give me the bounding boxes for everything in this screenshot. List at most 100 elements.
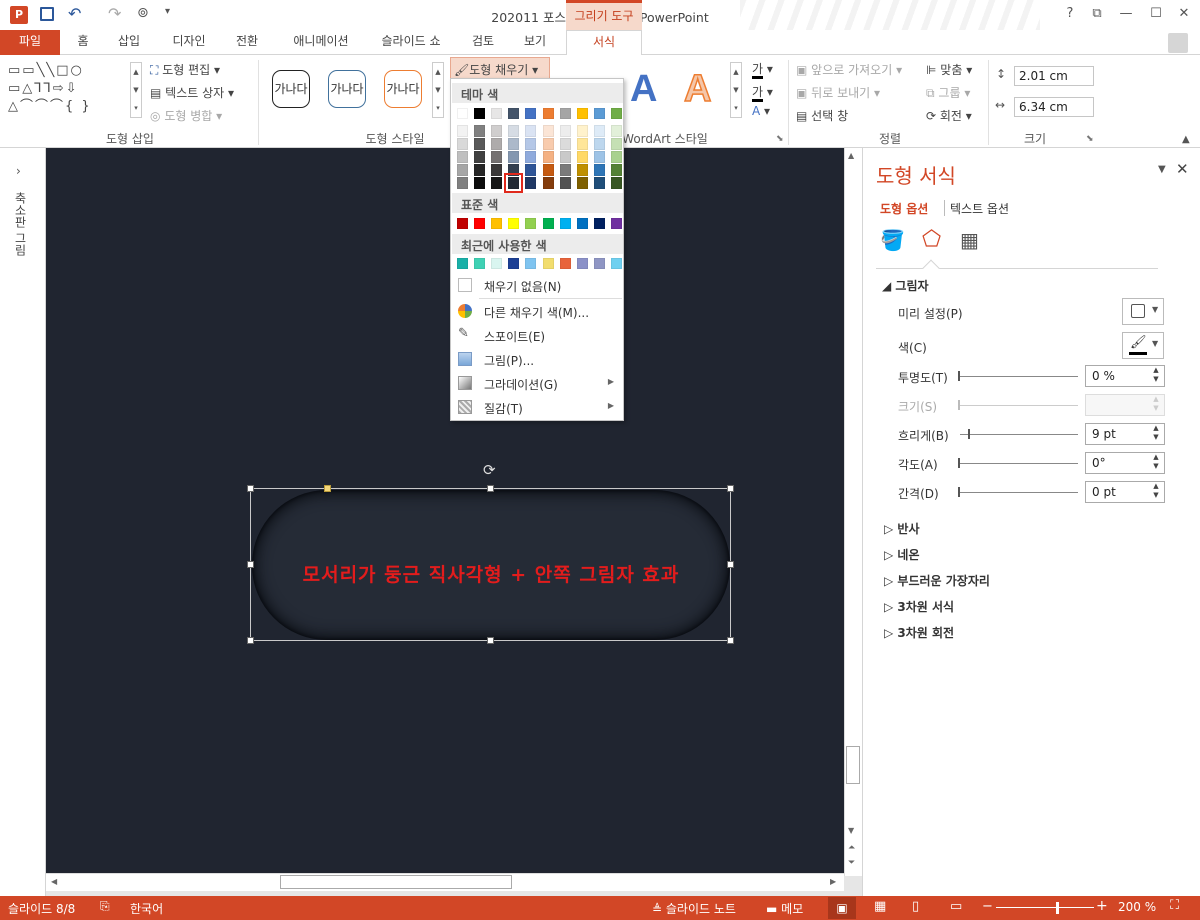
shape-width-input[interactable]: 6.34 cm [1014, 97, 1094, 117]
theme-shade-swatch[interactable] [491, 177, 503, 189]
transparency-slider-thumb[interactable] [958, 371, 960, 381]
theme-shade-swatch[interactable] [593, 164, 605, 176]
theme-color-swatch[interactable] [508, 108, 520, 119]
shape-fill-button[interactable]: 🖌도형 채우기 ▾ [450, 57, 550, 79]
scroll-down-icon[interactable]: ▼ [848, 826, 854, 835]
normal-view-icon[interactable]: ▣ [828, 897, 856, 919]
theme-shade-swatch[interactable] [457, 151, 468, 163]
recent-color-swatch[interactable] [559, 258, 571, 269]
resize-handle[interactable] [247, 637, 254, 644]
rotation-handle-icon[interactable]: ⟳ [483, 461, 496, 479]
recent-color-swatch[interactable] [474, 258, 486, 269]
zoom-slider-thumb[interactable] [1056, 902, 1059, 914]
more-fill-colors-item[interactable]: 다른 채우기 색(M)... [452, 300, 623, 323]
texture-fill-item[interactable]: 질감(T) ▶ [452, 396, 623, 419]
recent-color-swatch[interactable] [610, 258, 622, 269]
tab-text-options[interactable]: 텍스트 옵션 [950, 200, 1009, 217]
wordart-sample-blue[interactable]: A [630, 68, 657, 111]
blur-slider-thumb[interactable] [968, 429, 970, 439]
theme-shade-swatch[interactable] [610, 125, 622, 137]
dialog-launcher-icon[interactable]: ⬊ [776, 134, 784, 144]
theme-shade-swatch[interactable] [491, 151, 503, 163]
blur-slider[interactable] [960, 434, 1078, 435]
edit-shape-button[interactable]: ⛶ 도형 편집 ▾ [150, 61, 220, 78]
tab-review[interactable]: 검토 [468, 30, 498, 55]
tab-transitions[interactable]: 전환 [232, 30, 262, 55]
scroll-thumb[interactable] [846, 746, 860, 784]
scroll-right-icon[interactable]: ▶ [830, 877, 836, 886]
tab-animations[interactable]: 애니메이션 [286, 30, 356, 55]
theme-shade-swatch[interactable] [559, 151, 571, 163]
section-reflection[interactable]: ▷ 반사 [884, 520, 920, 537]
no-fill-item[interactable]: 채우기 없음(N) [452, 274, 623, 297]
next-slide-icon[interactable]: ⏷ [848, 858, 855, 868]
hscroll-thumb[interactable] [280, 875, 512, 889]
transparency-slider[interactable] [960, 376, 1078, 377]
theme-shade-swatch[interactable] [593, 151, 605, 163]
standard-color-swatch[interactable] [559, 218, 571, 229]
shape-style-1[interactable]: 가나다 [272, 70, 310, 108]
tab-format[interactable]: 서식 [566, 30, 642, 56]
resize-handle[interactable] [247, 485, 254, 492]
blur-spinner[interactable]: ▲ ▼ [1150, 424, 1162, 444]
comments-button[interactable]: ▬ 메모 [766, 900, 803, 917]
previous-slide-icon[interactable]: ⏶ [848, 843, 855, 853]
send-backward-button[interactable]: ▣ 뒤로 보내기 ▾ [796, 84, 880, 101]
theme-color-swatch[interactable] [559, 108, 571, 119]
theme-shade-swatch[interactable] [593, 125, 605, 137]
zoom-slider[interactable] [996, 907, 1094, 908]
shapes-gallery[interactable]: ▭▭╲╲□○ ▭△⅂⅂⇨⇩ △⌒⌒⌒{ } [8, 62, 128, 118]
theme-shade-swatch[interactable] [525, 138, 537, 150]
theme-shade-swatch[interactable] [610, 177, 622, 189]
theme-color-swatch[interactable] [542, 108, 554, 119]
theme-shade-swatch[interactable] [508, 151, 520, 163]
standard-color-swatch[interactable] [593, 218, 605, 229]
slide-sorter-icon[interactable]: ▦ [874, 899, 886, 914]
theme-color-swatch[interactable] [491, 108, 503, 119]
tab-home[interactable]: 홈 [70, 30, 96, 55]
slideshow-view-icon[interactable]: ▭ [950, 899, 962, 914]
theme-shade-swatch[interactable] [525, 151, 537, 163]
resize-handle[interactable] [727, 637, 734, 644]
theme-shade-swatch[interactable] [474, 151, 486, 163]
spellcheck-icon[interactable]: ⎘ [100, 899, 110, 914]
theme-shade-swatch[interactable] [525, 177, 537, 189]
resize-handle[interactable] [727, 561, 734, 568]
resize-handle[interactable] [487, 637, 494, 644]
text-box-button[interactable]: ▤ 텍스트 상자 ▾ [150, 84, 234, 101]
avatar[interactable] [1168, 33, 1188, 53]
distance-slider[interactable] [960, 492, 1078, 493]
tab-file[interactable]: 파일 [0, 30, 60, 55]
scroll-left-icon[interactable]: ◀ [51, 877, 57, 886]
theme-shade-swatch[interactable] [542, 177, 554, 189]
theme-shade-swatch[interactable] [508, 138, 520, 150]
theme-shade-swatch[interactable] [559, 138, 571, 150]
theme-shade-swatch[interactable] [610, 151, 622, 163]
theme-color-swatch[interactable] [593, 108, 605, 119]
selected-theme-shade-swatch[interactable] [504, 173, 524, 193]
resize-handle[interactable] [727, 485, 734, 492]
standard-color-swatch[interactable] [491, 218, 503, 229]
angle-slider[interactable] [960, 463, 1078, 464]
theme-shade-swatch[interactable] [576, 164, 588, 176]
tab-design[interactable]: 디자인 [166, 30, 212, 55]
theme-shade-swatch[interactable] [525, 125, 537, 137]
resize-handle[interactable] [487, 485, 494, 492]
effects-icon[interactable]: ⬠ [922, 227, 941, 252]
distance-slider-thumb[interactable] [958, 487, 960, 497]
pane-close-icon[interactable]: ✕ [1176, 160, 1189, 178]
fill-line-icon[interactable]: 🪣 [880, 228, 905, 252]
preset-dropdown[interactable]: ▼ [1122, 298, 1164, 325]
standard-color-swatch[interactable] [542, 218, 554, 229]
adjustment-handle[interactable] [324, 485, 331, 492]
thumbnail-pane[interactable] [0, 148, 46, 896]
theme-shade-swatch[interactable] [593, 177, 605, 189]
zoom-level[interactable]: 200 % [1118, 900, 1156, 914]
theme-color-swatch[interactable] [525, 108, 537, 119]
theme-shade-swatch[interactable] [559, 125, 571, 137]
bring-forward-button[interactable]: ▣ 앞으로 가져오기 ▾ [796, 61, 902, 78]
theme-shade-swatch[interactable] [542, 164, 554, 176]
theme-shade-swatch[interactable] [474, 177, 486, 189]
theme-color-swatch[interactable] [474, 108, 486, 119]
theme-shade-swatch[interactable] [576, 125, 588, 137]
